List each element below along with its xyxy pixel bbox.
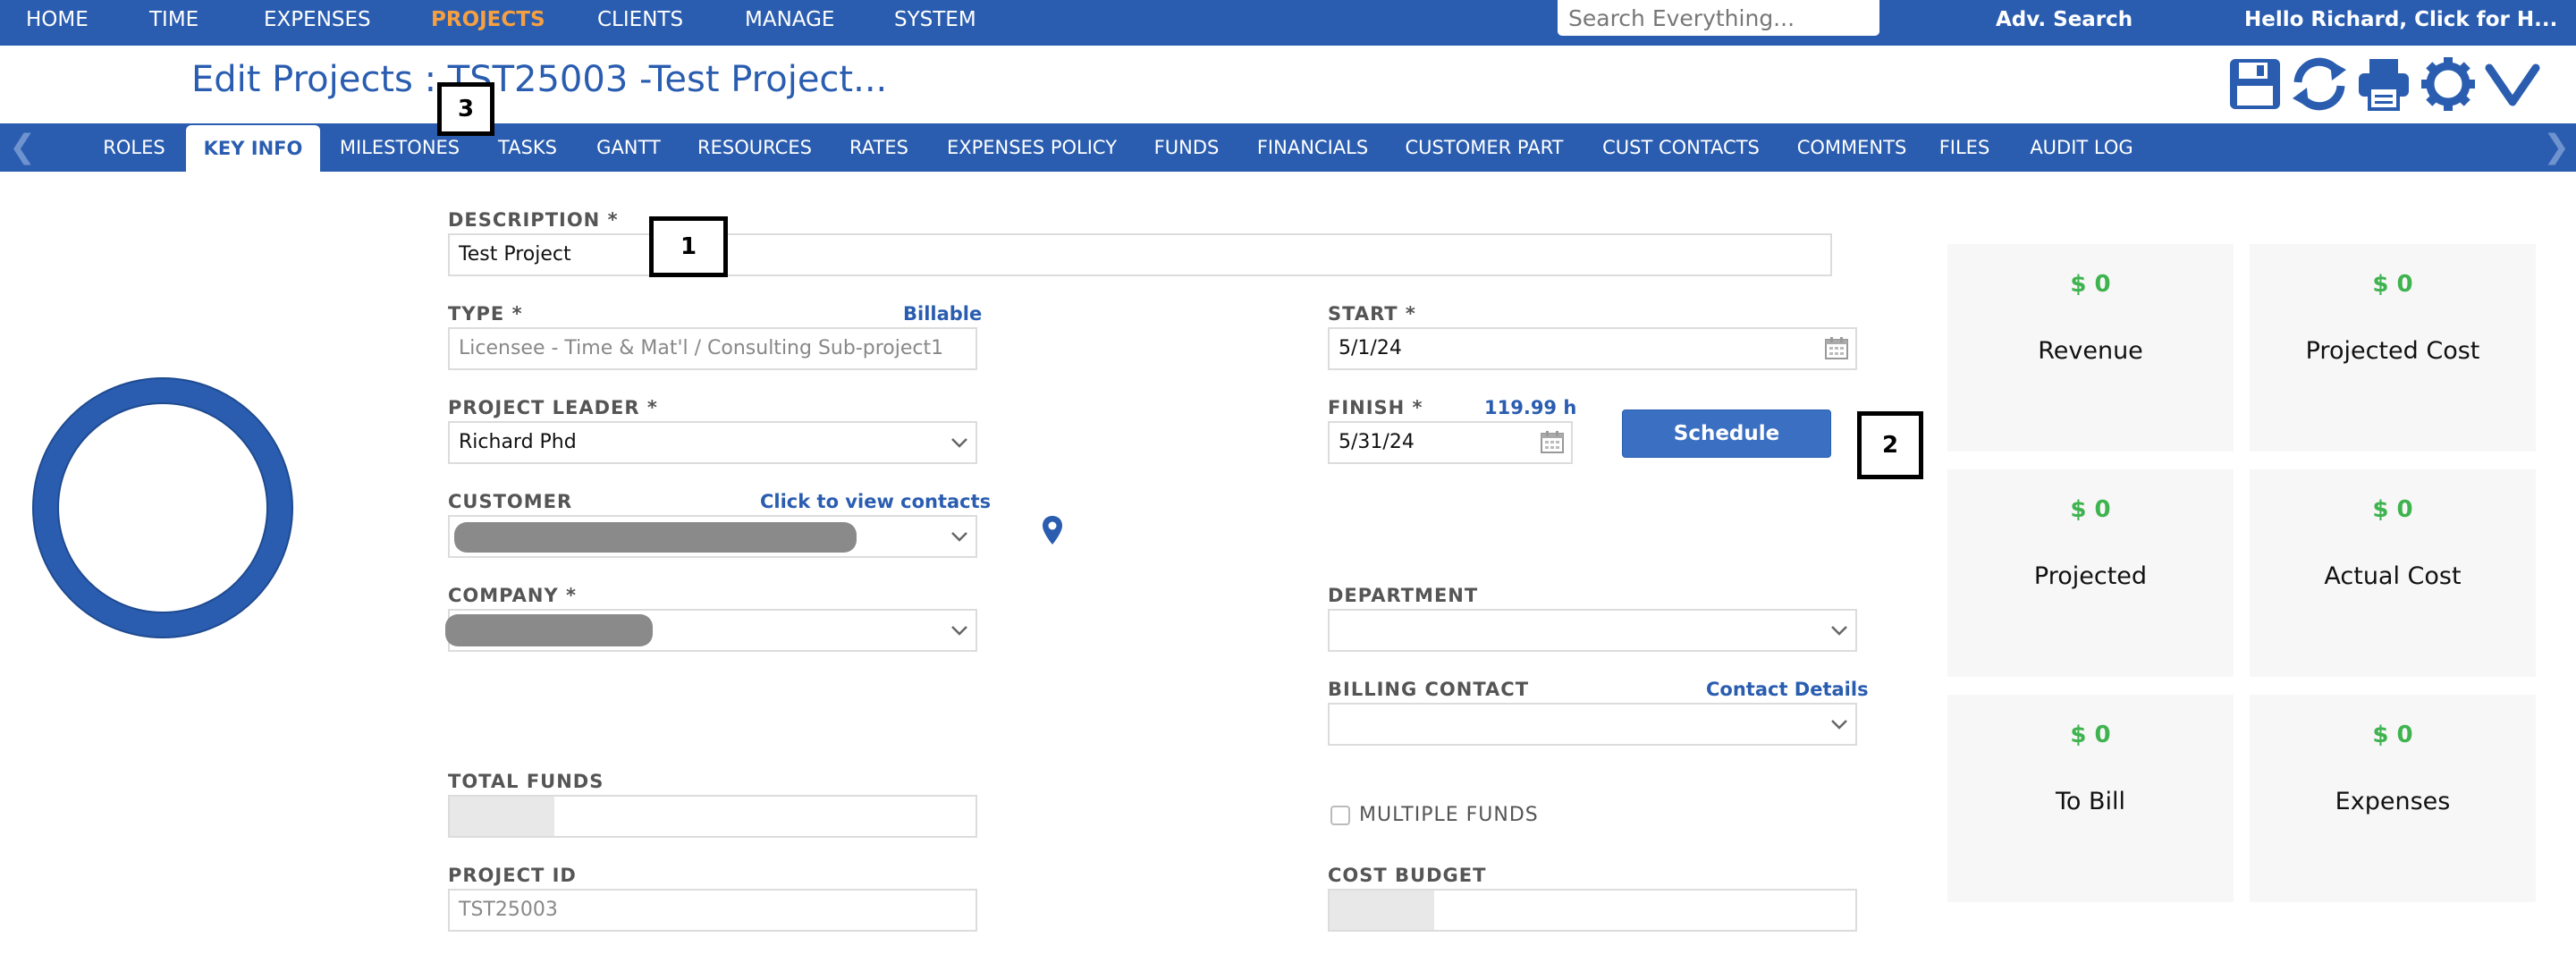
department-label: DEPARTMENT: [1328, 585, 1479, 606]
to-bill-card: $ 0 To Bill: [1947, 695, 2234, 902]
page-title: Edit Projects : TST25003 -Test Project..…: [191, 59, 888, 100]
save-icon[interactable]: [2226, 55, 2284, 113]
projected-caption: Projected: [2033, 562, 2148, 590]
total-funds-fill: [450, 797, 554, 836]
chevron-down-icon: [951, 626, 967, 636]
project-id-label: PROJECT ID: [448, 865, 577, 886]
tab-customer-part[interactable]: CUSTOMER PART: [1400, 123, 1568, 172]
tab-cust-contacts[interactable]: CUST CONTACTS: [1595, 123, 1767, 172]
tab-financials[interactable]: FINANCIALS: [1252, 123, 1373, 172]
chevron-down-icon: [1831, 720, 1847, 730]
customer-label: CUSTOMER: [448, 491, 573, 512]
redacted-customer-value: [454, 522, 857, 553]
to-bill-amount: $ 0: [2070, 722, 2111, 748]
collapse-chevron-icon[interactable]: [2484, 55, 2541, 113]
schedule-button[interactable]: Schedule: [1622, 410, 1831, 458]
map-pin-icon[interactable]: [1042, 515, 1063, 545]
tab-comments[interactable]: COMMENTS: [1794, 123, 1910, 172]
revenue-amount: $ 0: [2070, 271, 2111, 298]
tabs-scroll-right[interactable]: ❯: [2543, 123, 2570, 172]
actual-cost-caption: Actual Cost: [2324, 562, 2462, 590]
projected-card: $ 0 Projected: [1947, 469, 2234, 677]
nav-expenses[interactable]: EXPENSES: [264, 0, 371, 40]
user-greeting-menu[interactable]: Hello Richard, Click for H...: [2244, 0, 2566, 40]
contact-details-link[interactable]: Contact Details: [1706, 679, 1869, 700]
revenue-caption: Revenue: [2038, 337, 2143, 365]
tab-tasks[interactable]: TASKS: [492, 123, 563, 172]
cost-budget-label: COST BUDGET: [1328, 865, 1487, 886]
nav-manage[interactable]: MANAGE: [745, 0, 834, 40]
expenses-amount: $ 0: [2372, 722, 2413, 748]
total-funds-label: TOTAL FUNDS: [448, 771, 604, 792]
chevron-down-icon: [951, 532, 967, 542]
nav-home[interactable]: HOME: [26, 0, 89, 40]
to-bill-caption: To Bill: [2055, 788, 2126, 815]
projected-cost-caption: Projected Cost: [2305, 337, 2480, 365]
tab-gantt[interactable]: GANTT: [590, 123, 667, 172]
search-input[interactable]: [1558, 0, 1883, 36]
view-contacts-link[interactable]: Click to view contacts: [760, 491, 991, 512]
multiple-funds-label: MULTIPLE FUNDS: [1359, 804, 1539, 826]
tab-audit-log[interactable]: AUDIT LOG: [2019, 123, 2144, 172]
finish-label: FINISH *: [1328, 397, 1423, 418]
tab-key-info[interactable]: KEY INFO: [186, 125, 320, 172]
tab-files[interactable]: FILES: [1937, 123, 1992, 172]
projected-cost-card: $ 0 Projected Cost: [2250, 244, 2536, 452]
project-leader-select[interactable]: Richard Phd: [448, 421, 977, 464]
calendar-icon[interactable]: [1824, 335, 1849, 360]
project-avatar: [32, 377, 293, 638]
multiple-funds-checkbox[interactable]: [1330, 806, 1350, 825]
start-date-input[interactable]: 5/1/24: [1328, 327, 1857, 370]
cost-budget-fill: [1330, 891, 1434, 930]
department-select[interactable]: [1328, 609, 1857, 652]
finish-date-input[interactable]: 5/31/24: [1328, 421, 1573, 464]
tab-resources[interactable]: RESOURCES: [694, 123, 815, 172]
billing-contact-select[interactable]: [1328, 703, 1857, 746]
nav-time[interactable]: TIME: [149, 0, 198, 40]
description-label: DESCRIPTION *: [448, 209, 619, 231]
tab-expenses-policy[interactable]: EXPENSES POLICY: [942, 123, 1121, 172]
actual-cost-amount: $ 0: [2372, 496, 2413, 523]
annotation-marker-1: 1: [649, 216, 728, 277]
top-navigation-bar: [0, 0, 2576, 46]
start-label: START *: [1328, 303, 1416, 325]
expenses-card: $ 0 Expenses: [2250, 695, 2536, 902]
project-leader-label: PROJECT LEADER *: [448, 397, 658, 418]
projected-cost-amount: $ 0: [2372, 271, 2413, 298]
type-label: TYPE *: [448, 303, 523, 325]
billable-link[interactable]: Billable: [903, 303, 982, 325]
refresh-icon[interactable]: [2291, 55, 2348, 113]
nav-system[interactable]: SYSTEM: [894, 0, 976, 40]
project-id-field: TST25003: [448, 889, 977, 932]
tab-funds[interactable]: FUNDS: [1148, 123, 1225, 172]
tab-roles[interactable]: ROLES: [97, 123, 172, 172]
expenses-caption: Expenses: [2335, 788, 2451, 815]
chevron-down-icon: [951, 438, 967, 448]
redacted-company-value: [445, 614, 653, 646]
chevron-down-icon: [1831, 626, 1847, 636]
revenue-card: $ 0 Revenue: [1947, 244, 2234, 452]
tabs-scroll-left[interactable]: ❮: [9, 123, 36, 172]
annotation-marker-3: 3: [437, 82, 494, 136]
calendar-icon[interactable]: [1540, 429, 1565, 454]
company-label: COMPANY *: [448, 585, 577, 606]
projected-amount: $ 0: [2070, 496, 2111, 523]
finish-hours: 119.99 h: [1484, 397, 1577, 418]
settings-gear-icon[interactable]: [2420, 55, 2477, 113]
nav-clients[interactable]: CLIENTS: [597, 0, 683, 40]
billing-contact-label: BILLING CONTACT: [1328, 679, 1530, 700]
nav-projects[interactable]: PROJECTS: [431, 0, 545, 40]
advanced-search-link[interactable]: Adv. Search: [1996, 0, 2133, 40]
global-search: [1558, 0, 1883, 36]
annotation-marker-2: 2: [1857, 411, 1923, 479]
print-icon[interactable]: [2355, 55, 2412, 113]
type-field: Licensee - Time & Mat'l / Consulting Sub…: [448, 327, 977, 370]
tab-rates[interactable]: RATES: [842, 123, 916, 172]
actual-cost-card: $ 0 Actual Cost: [2250, 469, 2536, 677]
